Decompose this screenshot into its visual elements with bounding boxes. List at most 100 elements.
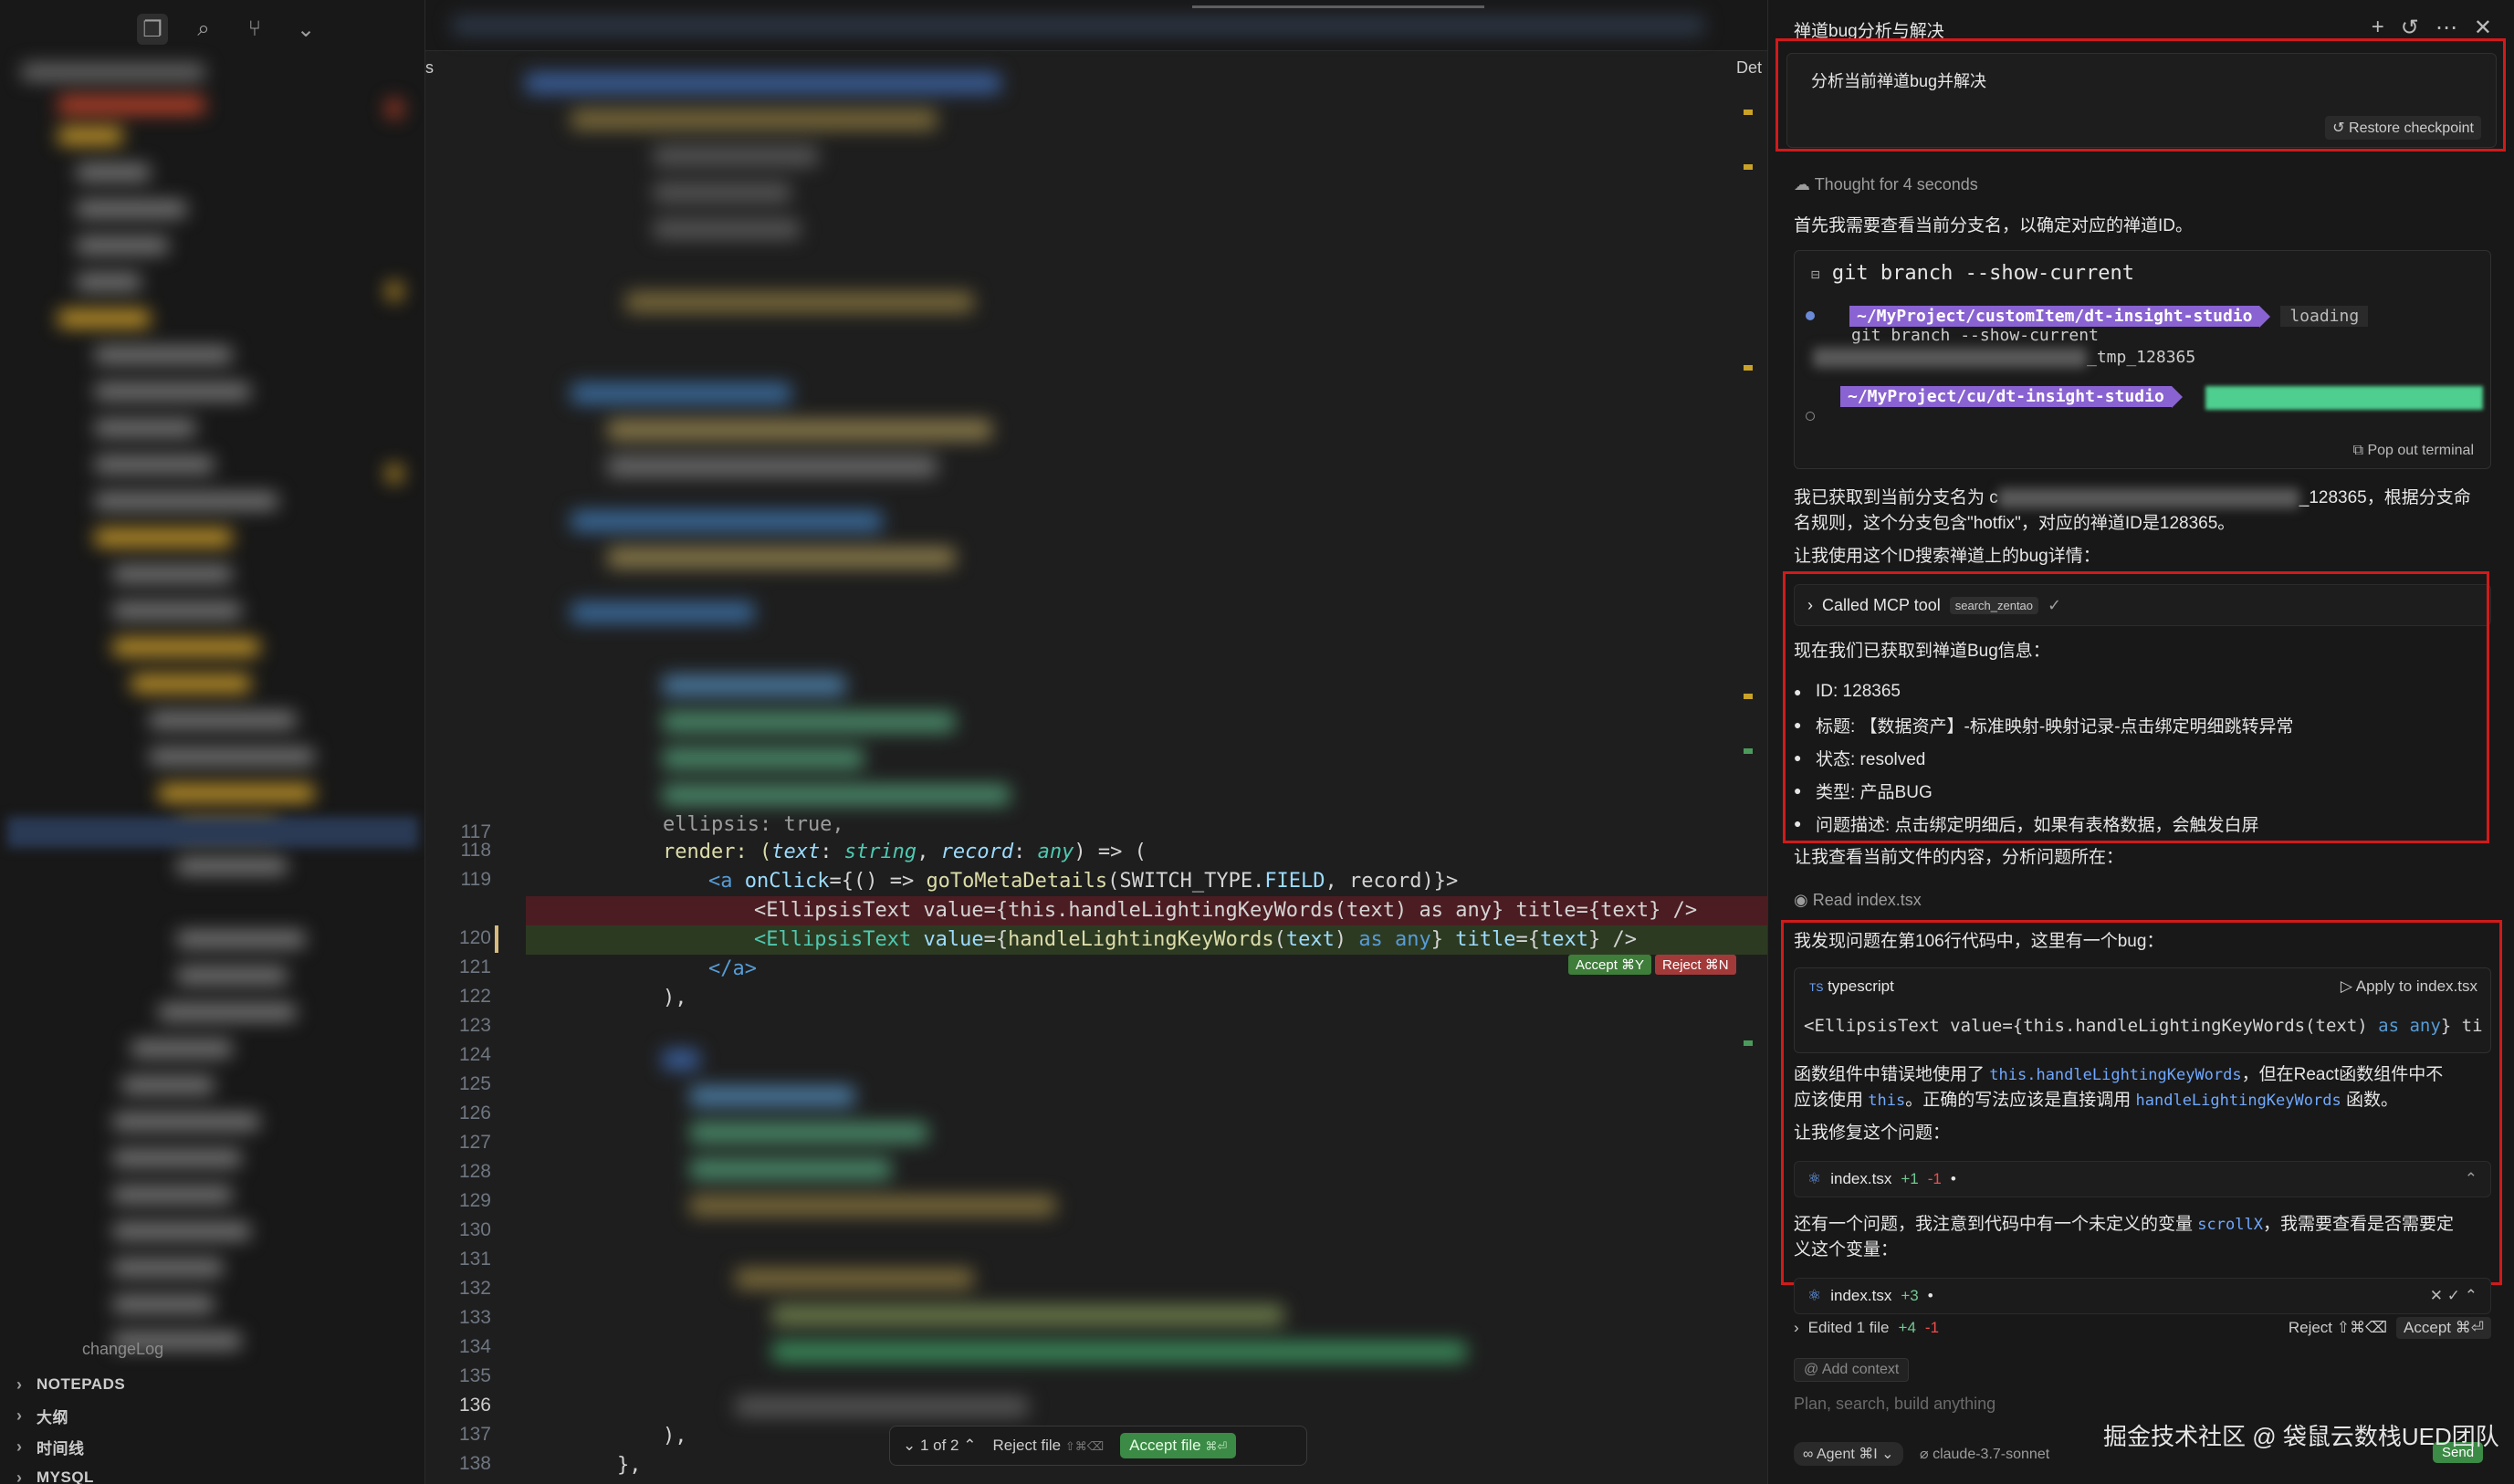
line-number: 131 xyxy=(458,1249,491,1270)
panel-outline[interactable]: › 大纲 xyxy=(0,1400,425,1431)
line-number: 124 xyxy=(458,1044,491,1065)
chevron-right-icon: › xyxy=(1794,1319,1799,1336)
chevron-right-icon: › xyxy=(16,1406,23,1425)
highlight-box xyxy=(1783,571,2489,843)
line-number: 119 xyxy=(460,869,491,890)
tree-item-changelog[interactable]: changeLog xyxy=(82,1340,163,1359)
chevron-right-icon: › xyxy=(16,1468,23,1484)
terminal-output: _tmp_128365 xyxy=(1813,348,2195,368)
line-number: 133 xyxy=(458,1307,491,1328)
code-blurred xyxy=(425,55,1767,821)
status-ring-icon xyxy=(1806,412,1815,421)
row-actions: ✕ ✓ ⌃ xyxy=(2430,1287,2477,1305)
ai-chat-panel: 禅道bug分析与解决 + ↺ ⋯ ✕ 分析当前禅道bug并解决 ↺ Restor… xyxy=(1767,0,2514,1484)
line-number: 137 xyxy=(458,1424,491,1445)
code-blurred-lower xyxy=(663,1050,1484,1416)
code-line: render: (text: string, record: any) => ( xyxy=(663,841,1147,863)
panel-notepads[interactable]: › NOTEPADS xyxy=(0,1369,425,1400)
agent-mode-selector[interactable]: ∞ Agent ⌘I ⌄ xyxy=(1794,1442,1903,1466)
accept-file-button[interactable]: Accept file ⌘⏎ xyxy=(1120,1433,1237,1458)
files-icon[interactable]: ❐ xyxy=(137,14,168,45)
status-dot-icon xyxy=(1806,311,1815,320)
line-number: 118 xyxy=(460,840,491,861)
edited-files-summary[interactable]: › Edited 1 file +4 -1 Reject ⇧⌘⌫ Accept … xyxy=(1794,1312,2491,1343)
diff-gutter-marker xyxy=(495,925,498,953)
terminal-command-title: ⊟ git branch --show-current xyxy=(1811,262,2135,285)
code-line-added: <EllipsisText value={handleLightingKeyWo… xyxy=(526,925,1767,955)
chat-header-actions: + ↺ ⋯ ✕ xyxy=(2372,15,2492,41)
tree-selected-row xyxy=(7,817,418,848)
bottom-panels: › NOTEPADS › 大纲 › 时间线 › MYSQL xyxy=(0,1369,425,1484)
inline-accept-button[interactable]: Accept ⌘Y xyxy=(1568,955,1652,975)
pop-out-terminal-button[interactable]: ⧉ Pop out terminal xyxy=(2353,443,2474,459)
line-number: 127 xyxy=(458,1132,491,1153)
new-chat-icon[interactable]: + xyxy=(2372,15,2384,41)
chevron-right-icon: › xyxy=(16,1374,23,1394)
terminal-progress-bar xyxy=(2205,386,2483,410)
line-number: 126 xyxy=(458,1103,491,1123)
inline-reject-button[interactable]: Reject ⌘N xyxy=(1655,955,1736,975)
terminal-icon: ⊟ xyxy=(1811,266,1820,283)
source-control-icon[interactable]: ⑂ xyxy=(239,14,270,45)
assistant-text: 我已获取到当前分支名为 c _128365，根据分支命 xyxy=(1794,487,2471,508)
line-number: 121 xyxy=(458,956,491,977)
expand-icon[interactable]: ⌃ xyxy=(2465,1287,2477,1304)
active-tab-indicator xyxy=(1192,5,1484,8)
accept-all-button[interactable]: Accept ⌘⏎ xyxy=(2396,1317,2491,1339)
model-selector[interactable]: ⌀ claude-3.7-sonnet xyxy=(1920,1445,2049,1463)
line-number: 128 xyxy=(458,1161,491,1182)
history-icon[interactable]: ↺ xyxy=(2401,15,2419,41)
highlight-box xyxy=(1776,38,2506,152)
assistant-text: 首先我需要查看当前分支名，以确定对应的禅道ID。 xyxy=(1794,216,2194,235)
diff-counter[interactable]: ⌄ 1 of 2 ⌃ xyxy=(903,1437,976,1455)
line-number: 120 xyxy=(458,927,491,948)
read-file-indicator[interactable]: ◉ Read index.tsx xyxy=(1794,887,1922,913)
assistant-text: 让我查看当前文件的内容，分析问题所在： xyxy=(1794,848,2124,867)
react-file-icon: ⚛ xyxy=(1807,1287,1822,1304)
file-tree-blurred xyxy=(22,64,414,1349)
line-number: 135 xyxy=(458,1365,491,1386)
chat-input[interactable]: Plan, search, build anything xyxy=(1794,1395,1995,1414)
panel-timeline[interactable]: › 时间线 xyxy=(0,1431,425,1462)
terminal-prompt-line: ~/MyProject/cu/dt-insight-studio xyxy=(1840,386,2183,408)
line-number: 130 xyxy=(458,1219,491,1240)
line-number: 132 xyxy=(458,1278,491,1299)
scrollbar-minimap[interactable] xyxy=(1740,55,1758,1424)
assistant-text: 让我使用这个ID搜索禅道上的bug详情： xyxy=(1794,547,2100,566)
chevron-down-icon[interactable]: ⌄ xyxy=(290,14,321,45)
panel-mysql[interactable]: › MYSQL xyxy=(0,1462,425,1484)
code-line: ellipsis: true, xyxy=(663,813,844,836)
highlight-box xyxy=(1781,920,2502,1285)
code-line-removed: <EllipsisText value={this.handleLighting… xyxy=(526,896,1767,925)
close-icon[interactable]: ✕ xyxy=(2430,1287,2443,1304)
chevron-right-icon: › xyxy=(16,1437,23,1456)
line-number-current: 136 xyxy=(458,1395,491,1416)
search-icon[interactable]: ⌕ xyxy=(188,14,219,45)
terminal-card: ⊟ git branch --show-current ~/MyProject/… xyxy=(1794,250,2491,469)
reject-file-button[interactable]: Reject file ⇧⌘⌫ xyxy=(992,1437,1104,1455)
add-context-button[interactable]: @ Add context xyxy=(1794,1358,1910,1382)
reject-all-button[interactable]: Reject ⇧⌘⌫ xyxy=(2289,1319,2387,1337)
line-number-gutter: 117 118 119 120 121 122 123 124 125 126 … xyxy=(425,821,526,1484)
line-number: 123 xyxy=(458,1015,491,1036)
code-line: <a onClick={() => goToMetaDetails(SWITCH… xyxy=(708,870,1459,893)
watermark: 掘金技术社区 @ 袋鼠云数栈UED团队 xyxy=(2103,1423,2499,1450)
terminal-echo: git branch --show-current xyxy=(1851,326,2099,345)
terminal-prompt-line: ~/MyProject/customItem/dt-insight-studio… xyxy=(1849,306,2369,328)
check-icon[interactable]: ✓ xyxy=(2447,1287,2460,1304)
thought-indicator[interactable]: ☁ Thought for 4 seconds xyxy=(1794,172,1978,197)
pending-file-row[interactable]: ⚛ index.tsx +3 • ✕ ✓ ⌃ xyxy=(1794,1278,2491,1314)
explorer-sidebar: ❐ ⌕ ⑂ ⌄ changeLog › NOTEPADS › 大纲 › 时间线 … xyxy=(0,0,425,1484)
inline-diff-actions: Accept ⌘Y Reject ⌘N xyxy=(1568,955,1736,975)
sidebar-toolbar: ❐ ⌕ ⑂ ⌄ xyxy=(0,0,425,58)
diff-review-bar: ⌄ 1 of 2 ⌃ Reject file ⇧⌘⌫ Accept file ⌘… xyxy=(889,1426,1307,1466)
close-icon[interactable]: ✕ xyxy=(2474,15,2492,41)
code-editor: s Det 117 118 119 120 121 122 123 124 12… xyxy=(425,0,1767,1484)
line-number: 122 xyxy=(458,986,491,1007)
line-number: 138 xyxy=(458,1453,491,1474)
more-icon[interactable]: ⋯ xyxy=(2435,15,2457,41)
assistant-text: 名规则，这个分支包含"hotfix"，对应的禅道ID是128365。 xyxy=(1794,514,2236,533)
code-line: ), xyxy=(663,987,687,1009)
code-view[interactable]: ellipsis: true, render: (text: string, r… xyxy=(526,813,1767,1484)
line-number: 134 xyxy=(458,1336,491,1357)
